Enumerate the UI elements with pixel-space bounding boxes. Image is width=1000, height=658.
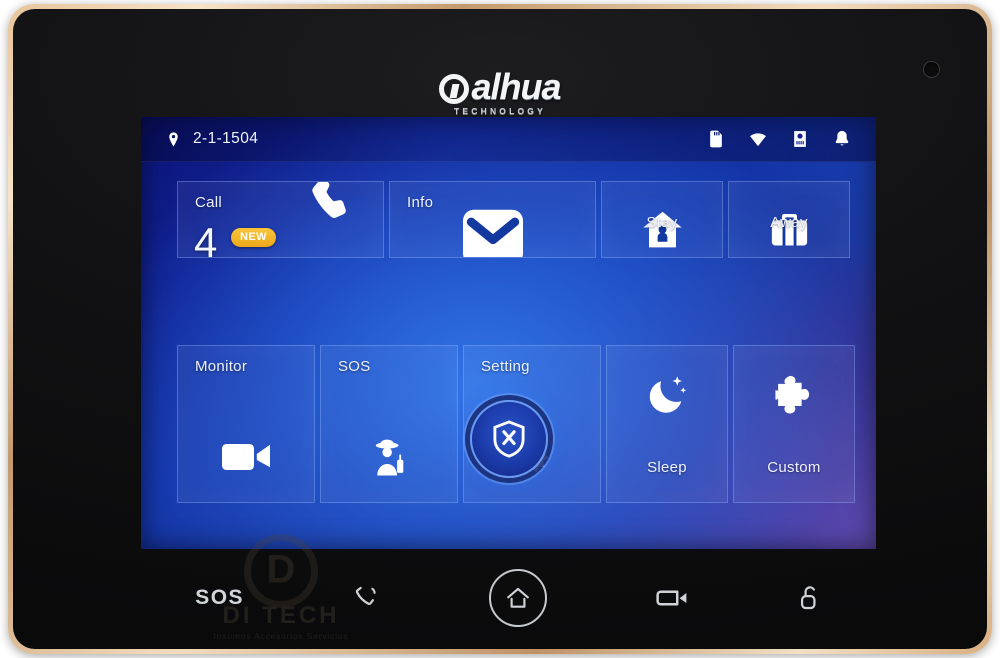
phone-ring-icon	[356, 586, 377, 605]
status-bar: 2-1-1504	[141, 117, 876, 162]
phone-handset-icon	[303, 181, 365, 243]
tile-call-label: Call	[195, 194, 223, 211]
tile-info[interactable]: Info	[389, 181, 596, 258]
location-text: 2-1-1504	[193, 130, 259, 147]
location-indicator: 2-1-1504	[165, 130, 258, 148]
tile-grid-row1: Call 4 NEW Info Stay Away	[177, 181, 850, 339]
tile-setting-label: Setting	[481, 358, 530, 375]
brand-subtitle: TECHNOLOGY	[454, 106, 546, 116]
sd-card-icon	[710, 130, 722, 148]
tile-sleep[interactable]: Sleep	[606, 345, 728, 503]
wifi-icon	[750, 133, 766, 147]
brand-logo: alhua TECHNOLOGY	[13, 69, 987, 119]
tile-sos-label: SOS	[338, 358, 371, 375]
envelope-icon	[390, 207, 595, 257]
hardware-key-row: SOS	[141, 557, 876, 639]
door-station-icon	[794, 131, 806, 147]
tile-monitor[interactable]: Monitor	[177, 345, 315, 503]
tile-custom[interactable]: Custom	[733, 345, 855, 503]
camera-monitor-icon	[656, 590, 687, 606]
tile-call[interactable]: Call 4 NEW	[177, 181, 384, 258]
video-intercom-device: alhua TECHNOLOGY 2-1-1504 Call 4 NEW Inf…	[8, 4, 992, 654]
lcd-screen: 2-1-1504 Call 4 NEW Info Stay Away Monit…	[141, 117, 876, 549]
bell-icon	[835, 130, 849, 146]
tile-custom-label: Custom	[767, 459, 821, 476]
unlock-padlock-icon	[800, 586, 816, 610]
tile-away-label: Away	[770, 213, 808, 231]
system-icons	[706, 129, 852, 149]
home-icon	[507, 587, 529, 608]
shield-x-icon	[492, 420, 525, 458]
tile-call-count: 4	[194, 219, 218, 258]
location-pin-icon	[169, 131, 178, 147]
crescent-moon-icon	[607, 372, 727, 417]
tile-stay-label: Stay	[646, 213, 678, 231]
dahua-mark-icon	[439, 74, 470, 104]
tile-stay[interactable]: Stay	[601, 181, 723, 258]
key-sos[interactable]: SOS	[195, 586, 244, 610]
security-guard-icon	[367, 437, 411, 486]
tile-sos[interactable]: SOS	[320, 345, 458, 503]
tile-monitor-label: Monitor	[195, 358, 248, 375]
key-unlock[interactable]	[798, 584, 822, 612]
new-badge: NEW	[231, 228, 276, 247]
device-bezel: alhua TECHNOLOGY 2-1-1504 Call 4 NEW Inf…	[13, 9, 987, 649]
tile-sleep-label: Sleep	[647, 459, 687, 476]
tile-away[interactable]: Away	[728, 181, 850, 258]
key-monitor[interactable]	[655, 585, 689, 611]
key-home[interactable]	[488, 569, 547, 627]
puzzle-piece-icon	[734, 372, 854, 417]
brand-wordmark: alhua TECHNOLOGY	[439, 66, 562, 116]
key-call[interactable]	[352, 584, 380, 612]
camera-sensor-icon	[924, 62, 939, 77]
brand-name: alhua	[471, 66, 561, 107]
video-camera-icon	[220, 437, 272, 480]
disarm-shield-button[interactable]	[469, 400, 548, 478]
